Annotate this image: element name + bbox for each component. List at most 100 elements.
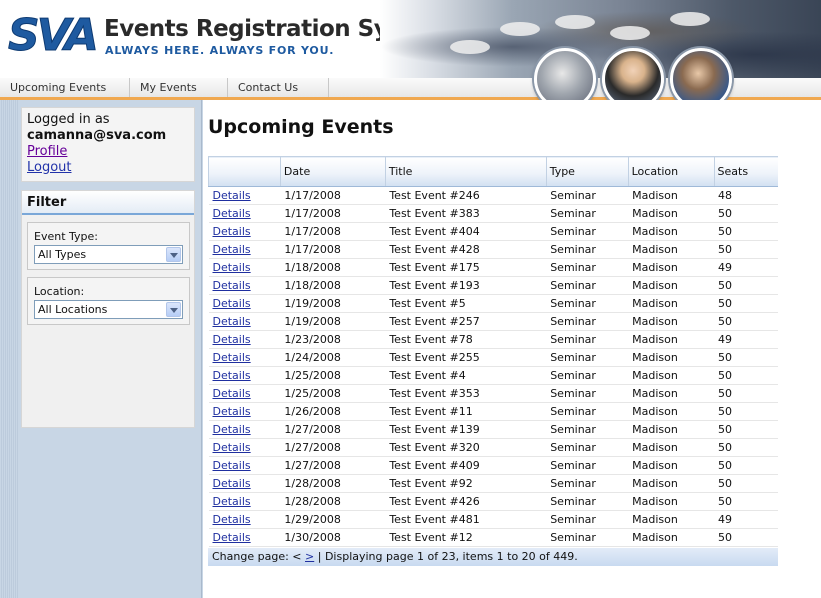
nav-item-my-events[interactable]: My Events [130, 78, 228, 97]
details-link[interactable]: Details [213, 351, 251, 364]
filter-panel: Filter Event Type: All Types Location: A… [21, 190, 195, 428]
column-header-seats[interactable]: Seats [713, 156, 778, 187]
cell-title: Test Event #12 [385, 528, 547, 547]
cell-location: Madison [628, 330, 715, 349]
cell-type: Seminar [546, 276, 629, 295]
details-link[interactable]: Details [213, 387, 251, 400]
cell-location: Madison [628, 384, 715, 403]
column-header-date[interactable]: Date [279, 156, 386, 187]
location-value: All Locations [38, 303, 108, 316]
pager: Change page: < > | Displaying page 1 of … [208, 548, 778, 566]
cell-seats: 50 [714, 402, 778, 421]
cell-location: Madison [628, 186, 715, 205]
pager-next-link[interactable]: > [305, 550, 314, 563]
cell-title: Test Event #4 [385, 366, 547, 385]
cell-date: 1/19/2008 [280, 294, 386, 313]
cell-details: Details [208, 474, 281, 493]
cell-title: Test Event #11 [385, 402, 547, 421]
details-link[interactable]: Details [213, 225, 251, 238]
cell-seats: 50 [714, 384, 778, 403]
cell-details: Details [208, 276, 281, 295]
details-link[interactable]: Details [213, 513, 251, 526]
cell-date: 1/18/2008 [280, 276, 386, 295]
table-row: Details 1/27/2008 Test Event #139 Seminar Ma… [208, 420, 778, 439]
cell-title: Test Event #409 [385, 456, 547, 475]
table-row: Details 1/17/2008 Test Event #404 Seminar Ma… [208, 222, 778, 241]
cell-type: Seminar [546, 456, 629, 475]
cell-location: Madison [628, 492, 715, 511]
cell-title: Test Event #5 [385, 294, 547, 313]
chevron-down-icon[interactable] [166, 302, 181, 317]
column-header-type[interactable]: Type [545, 156, 629, 187]
cell-location: Madison [628, 528, 715, 547]
location-label: Location: [34, 285, 85, 298]
cell-details: Details [208, 186, 281, 205]
details-link[interactable]: Details [213, 441, 251, 454]
cell-title: Test Event #193 [385, 276, 547, 295]
login-user: camanna@sva.com [27, 128, 167, 143]
cell-details: Details [208, 240, 281, 259]
nav-item-contact-us[interactable]: Contact Us [228, 78, 329, 97]
details-link[interactable]: Details [213, 261, 251, 274]
details-link[interactable]: Details [213, 531, 251, 544]
cell-location: Madison [628, 240, 715, 259]
cell-type: Seminar [546, 420, 629, 439]
nav-item-upcoming-events[interactable]: Upcoming Events [0, 78, 130, 97]
cell-type: Seminar [546, 348, 629, 367]
cell-date: 1/17/2008 [280, 222, 386, 241]
cell-location: Madison [628, 294, 715, 313]
profile-link[interactable]: Profile [27, 144, 189, 160]
logout-link[interactable]: Logout [27, 160, 189, 176]
event-type-select[interactable]: All Types [34, 245, 183, 264]
sva-logo: SVA [8, 10, 100, 61]
table-row: Details 1/27/2008 Test Event #409 Seminar Ma… [208, 456, 778, 475]
cell-date: 1/28/2008 [280, 474, 386, 493]
cell-type: Seminar [546, 384, 629, 403]
cell-location: Madison [628, 402, 715, 421]
details-link[interactable]: Details [213, 315, 251, 328]
cell-title: Test Event #404 [385, 222, 547, 241]
events-table: Date Title Type Location Seats Details 1/… [208, 156, 778, 547]
login-box: Logged in as camanna@sva.com Profile Log… [21, 107, 195, 182]
details-link[interactable]: Details [213, 369, 251, 382]
cell-title: Test Event #175 [385, 258, 547, 277]
cell-details: Details [208, 402, 281, 421]
cell-seats: 49 [714, 510, 778, 529]
table-row: Details 1/19/2008 Test Event #257 Seminar Ma… [208, 312, 778, 331]
details-link[interactable]: Details [213, 495, 251, 508]
cell-title: Test Event #320 [385, 438, 547, 457]
cell-details: Details [208, 348, 281, 367]
cell-type: Seminar [546, 438, 629, 457]
details-link[interactable]: Details [213, 297, 251, 310]
cell-details: Details [208, 528, 281, 547]
details-link[interactable]: Details [213, 459, 251, 472]
cell-location: Madison [628, 420, 715, 439]
cell-date: 1/25/2008 [280, 384, 386, 403]
cell-seats: 50 [714, 348, 778, 367]
cell-seats: 50 [714, 222, 778, 241]
chevron-down-icon[interactable] [166, 247, 181, 262]
cell-date: 1/30/2008 [280, 528, 386, 547]
details-link[interactable]: Details [213, 207, 251, 220]
cell-seats: 48 [714, 186, 778, 205]
details-link[interactable]: Details [213, 279, 251, 292]
table-row: Details 1/25/2008 Test Event #353 Seminar Ma… [208, 384, 778, 403]
location-select[interactable]: All Locations [34, 300, 183, 319]
cell-title: Test Event #426 [385, 492, 547, 511]
pager-separator: | [317, 550, 322, 563]
details-link[interactable]: Details [213, 243, 251, 256]
details-link[interactable]: Details [213, 423, 251, 436]
pager-label: Change page: [212, 550, 289, 563]
cell-date: 1/18/2008 [280, 258, 386, 277]
cell-type: Seminar [546, 258, 629, 277]
details-link[interactable]: Details [213, 405, 251, 418]
table-row: Details 1/28/2008 Test Event #426 Seminar Ma… [208, 492, 778, 511]
table-row: Details 1/23/2008 Test Event #78 Seminar Mad… [208, 330, 778, 349]
event-type-group: Event Type: All Types [27, 222, 190, 270]
column-header-title[interactable]: Title [384, 156, 547, 187]
details-link[interactable]: Details [213, 477, 251, 490]
column-header-location[interactable]: Location [627, 156, 715, 187]
details-link[interactable]: Details [213, 189, 251, 202]
details-link[interactable]: Details [213, 333, 251, 346]
cell-seats: 50 [714, 456, 778, 475]
